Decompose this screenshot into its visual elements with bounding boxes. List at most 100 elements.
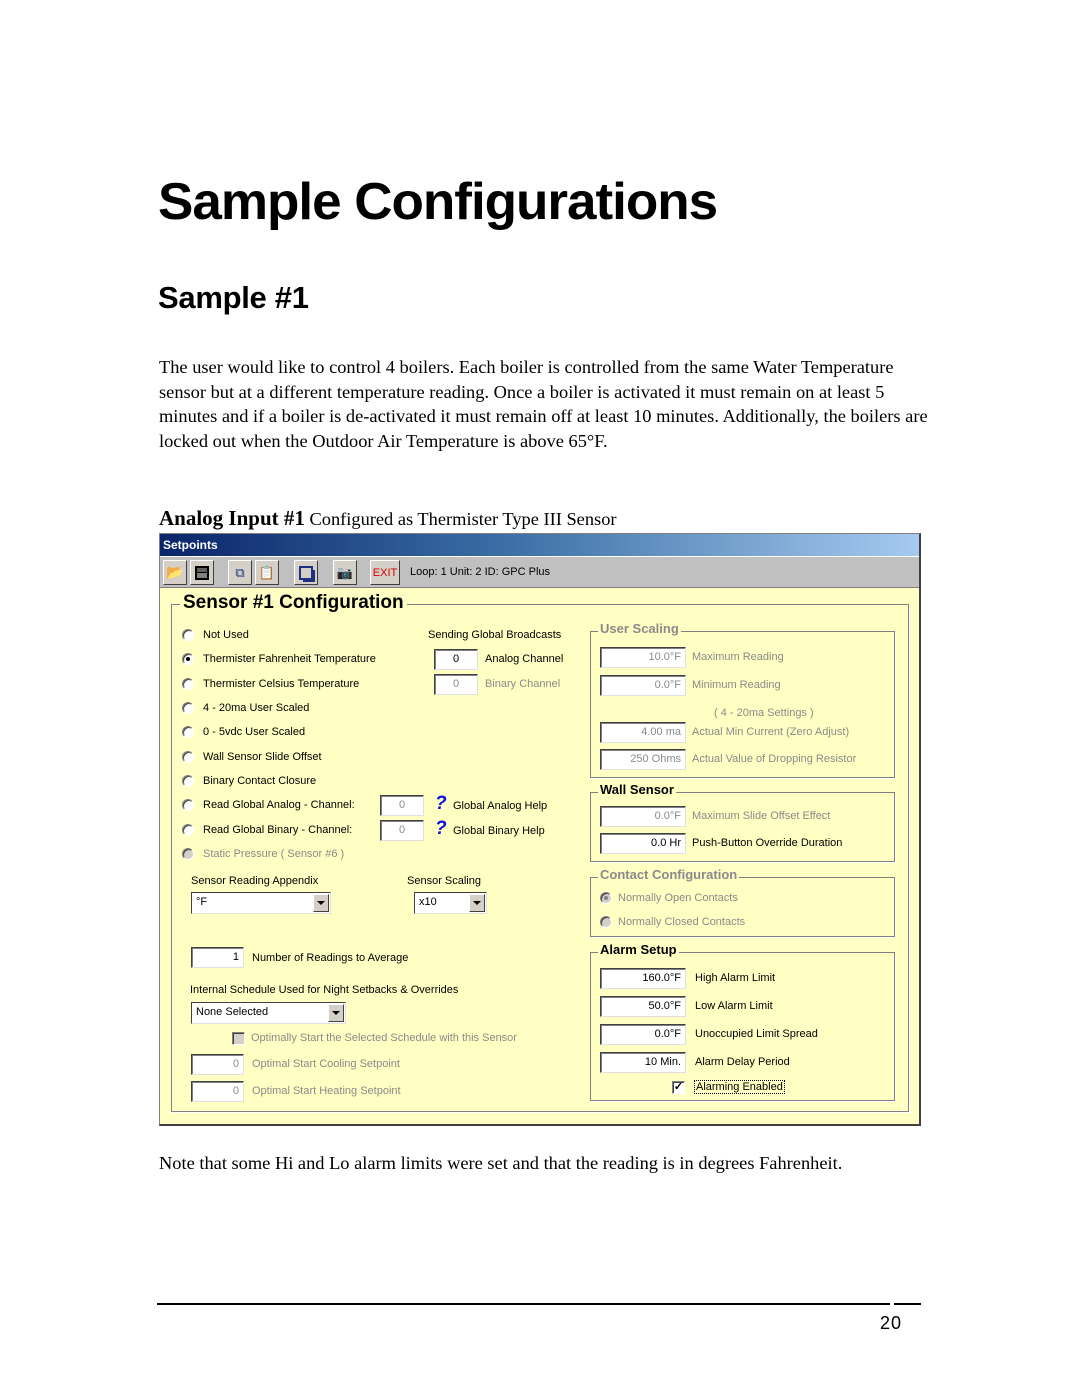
global-analog-help-link[interactable]: Global Analog Help: [453, 800, 547, 812]
normally-open-label: Normally Open Contacts: [618, 892, 738, 904]
limit-spread-input[interactable]: 0.0°F: [600, 1024, 686, 1045]
low-alarm-input[interactable]: 50.0°F: [600, 996, 686, 1017]
caption-text: Configured as Thermister Type III Sensor: [304, 509, 617, 529]
radio-label: 0 - 5vdc User Scaled: [203, 726, 306, 738]
figure-caption: Analog Input #1 Configured as Thermister…: [159, 506, 617, 531]
reading-appendix-label: Sensor Reading Appendix: [191, 875, 319, 887]
normally-closed-label: Normally Closed Contacts: [618, 916, 746, 928]
radio-label: Not Used: [203, 629, 249, 641]
help-icon[interactable]: ?: [435, 818, 447, 840]
radio-static-pressure: [182, 848, 194, 860]
radio-label: Thermister Fahrenheit Temperature: [203, 653, 376, 665]
readings-average-label: Number of Readings to Average: [252, 952, 409, 964]
min-reading-input[interactable]: 0.0°F: [600, 675, 686, 696]
resistor-label: Actual Value of Dropping Resistor: [692, 753, 857, 765]
radio-wall-sensor[interactable]: [182, 751, 194, 763]
radio-normally-closed: [600, 916, 612, 928]
note-paragraph: Note that some Hi and Lo alarm limits we…: [159, 1153, 843, 1173]
ma-settings-heading: ( 4 - 20ma Settings ): [714, 707, 814, 719]
radio-4-20ma[interactable]: [182, 702, 194, 714]
open-folder-icon[interactable]: 📂: [163, 560, 187, 585]
schedule-label: Internal Schedule Used for Night Setback…: [190, 984, 459, 996]
wall-sensor-group: Wall Sensor 0.0°F Maximum Slide Offset E…: [590, 782, 895, 862]
radio-read-global-analog[interactable]: [182, 799, 194, 811]
selected-value: °F: [196, 896, 208, 908]
alarming-enabled-label[interactable]: Alarming Enabled: [694, 1080, 785, 1094]
reading-appendix-select[interactable]: °F: [191, 892, 331, 914]
optimal-heating-input[interactable]: 0: [191, 1081, 244, 1102]
slide-offset-label: Maximum Slide Offset Effect: [692, 810, 831, 822]
radio-binary-contact[interactable]: [182, 775, 194, 787]
low-alarm-label: Low Alarm Limit: [695, 1000, 773, 1012]
chevron-down-icon[interactable]: [328, 1004, 344, 1022]
schedule-select[interactable]: None Selected: [191, 1002, 346, 1024]
readings-average-input[interactable]: 1: [191, 947, 244, 968]
radio-read-global-binary[interactable]: [182, 824, 194, 836]
exit-button[interactable]: EXIT: [370, 560, 400, 585]
footer-divider: [157, 1303, 890, 1305]
analog-channel-input[interactable]: 0: [434, 649, 478, 670]
footer-divider: [894, 1303, 921, 1305]
max-reading-input[interactable]: 10.0°F: [600, 647, 686, 668]
min-current-input[interactable]: 4.00 ma: [600, 722, 686, 743]
high-alarm-input[interactable]: 160.0°F: [600, 968, 686, 989]
radio-0-5vdc[interactable]: [182, 726, 194, 738]
connect-device-icon[interactable]: 📷: [333, 560, 357, 585]
radio-thermister-fahrenheit[interactable]: [182, 653, 194, 665]
alarming-enabled-checkbox[interactable]: ✓: [672, 1081, 685, 1094]
radio-label: 4 - 20ma User Scaled: [203, 702, 310, 714]
resistor-input[interactable]: 250 Ohms: [600, 749, 686, 770]
min-reading-label: Minimum Reading: [692, 679, 781, 691]
high-alarm-label: High Alarm Limit: [695, 972, 776, 984]
radio-normally-open: [600, 892, 612, 904]
binary-channel-label: Binary Channel: [485, 678, 561, 690]
alarm-setup-group: Alarm Setup 160.0°F High Alarm Limit 50.…: [590, 942, 895, 1101]
caption-bold: Analog Input #1: [159, 506, 305, 530]
sensor-scaling-select[interactable]: x10: [414, 892, 487, 914]
frame-title: Sensor #1 Configuration: [180, 592, 407, 614]
page-title: Sample Configurations: [158, 173, 718, 231]
slide-offset-input[interactable]: 0.0°F: [600, 806, 686, 827]
group-title: Wall Sensor: [598, 782, 676, 797]
copy-icon[interactable]: ⧉: [228, 560, 252, 585]
global-binary-help-link[interactable]: Global Binary Help: [453, 825, 545, 837]
group-title: User Scaling: [598, 621, 681, 636]
save-disk-icon[interactable]: [190, 560, 214, 585]
binary-channel-input[interactable]: 0: [434, 674, 478, 695]
setpoints-window: Setpoints 📂 ⧉ 📋 📷 EXIT Loop: 1 Unit: 2 I…: [159, 533, 921, 1126]
alarm-delay-label: Alarm Delay Period: [695, 1056, 790, 1068]
alarm-delay-input[interactable]: 10 Min.: [600, 1052, 686, 1073]
group-title: Alarm Setup: [598, 942, 679, 957]
max-reading-label: Maximum Reading: [692, 651, 784, 663]
selected-value: None Selected: [196, 1006, 269, 1018]
help-icon[interactable]: ?: [435, 793, 447, 815]
radio-label: Static Pressure ( Sensor #6 ): [203, 848, 345, 860]
global-binary-channel-input[interactable]: 0: [380, 820, 424, 841]
analog-channel-label: Analog Channel: [485, 653, 564, 665]
chevron-down-icon[interactable]: [313, 894, 329, 912]
sensor-config-frame: Sensor #1 Configuration Not Used Thermis…: [171, 592, 909, 1112]
optimal-start-label: Optimally Start the Selected Schedule wi…: [251, 1032, 517, 1044]
radio-not-used[interactable]: [182, 629, 194, 641]
paste-icon[interactable]: 📋: [255, 560, 279, 585]
radio-label: Binary Contact Closure: [203, 775, 317, 787]
selected-value: x10: [419, 896, 437, 908]
radio-thermister-celsius[interactable]: [182, 678, 194, 690]
intro-paragraph: The user would like to control 4 boilers…: [159, 357, 928, 451]
toolbar: 📂 ⧉ 📋 📷 EXIT Loop: 1 Unit: 2 ID: GPC Plu…: [160, 556, 919, 588]
optimal-heating-label: Optimal Start Heating Setpoint: [252, 1085, 401, 1097]
override-duration-input[interactable]: 0.0 Hr: [600, 833, 686, 854]
broadcasts-heading: Sending Global Broadcasts: [428, 629, 562, 641]
optimal-cooling-input[interactable]: 0: [191, 1054, 244, 1075]
page-number: 20: [880, 1313, 903, 1333]
select-region-icon[interactable]: [294, 560, 318, 585]
min-current-label: Actual Min Current (Zero Adjust): [692, 726, 850, 738]
group-title: Contact Configuration: [598, 867, 740, 882]
radio-label: Read Global Binary - Channel:: [203, 824, 353, 836]
section-heading: Sample #1: [158, 280, 309, 315]
limit-spread-label: Unoccupied Limit Spread: [695, 1028, 818, 1040]
global-analog-channel-input[interactable]: 0: [380, 795, 424, 816]
sensor-scaling-label: Sensor Scaling: [407, 875, 481, 887]
chevron-down-icon[interactable]: [469, 894, 485, 912]
window-titlebar: Setpoints: [160, 534, 919, 556]
